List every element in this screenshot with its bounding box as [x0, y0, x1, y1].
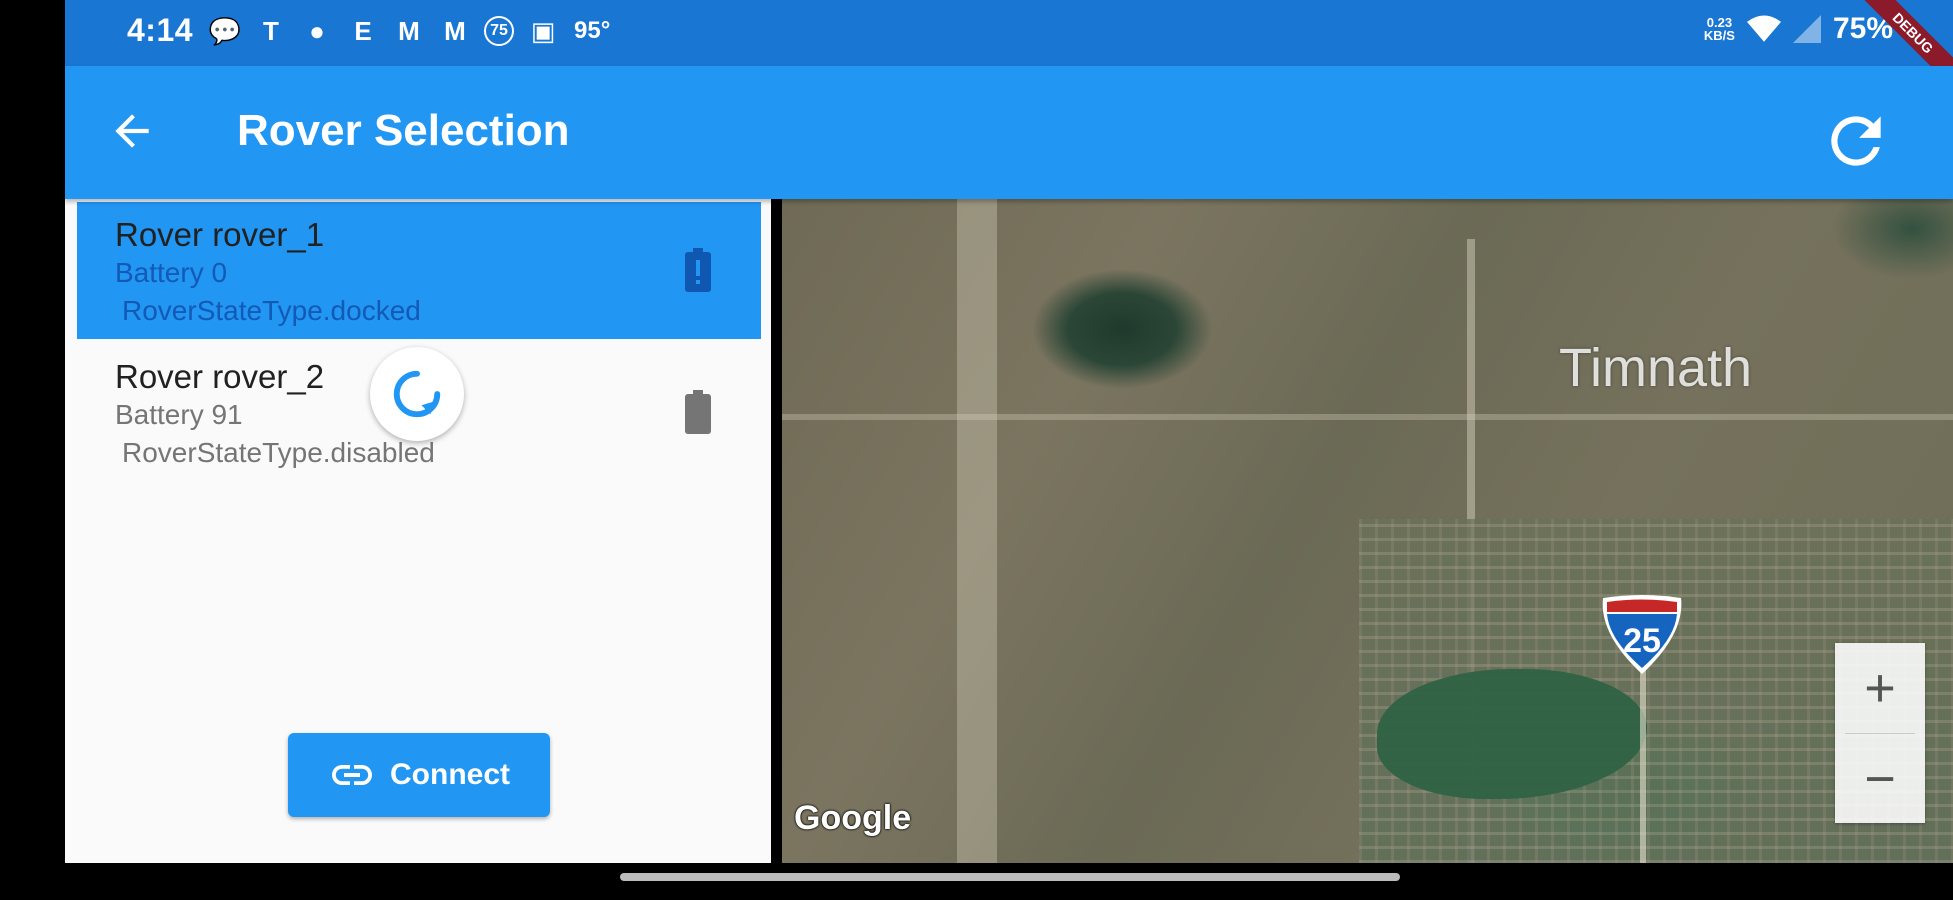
zoom-in-button[interactable]: + — [1835, 643, 1925, 733]
gmail-icon: M — [398, 15, 420, 46]
zoom-controls: + − — [1835, 643, 1925, 823]
google-logo: Google — [794, 799, 912, 837]
navigation-bar — [65, 863, 1953, 900]
loading-icon — [393, 370, 441, 418]
net-speed-unit: KB/S — [1703, 28, 1735, 43]
status-bar: 4:14 💬 T ● E M M 75 ▣ 95° 0.23 KB/S 75% … — [65, 0, 1953, 91]
refresh-icon — [1831, 116, 1881, 166]
zoom-out-button[interactable]: − — [1835, 734, 1925, 824]
rover-name: Rover rover_2 — [115, 358, 325, 395]
teams-icon: T — [263, 15, 279, 46]
rover-state: RoverStateType.docked — [122, 295, 421, 326]
map-view[interactable]: Timnath 25 Google + − — [782, 199, 1953, 863]
loading-spinner — [370, 347, 464, 441]
connect-button[interactable]: Connect — [288, 733, 550, 817]
content-area: Rover rover_1 Battery 0 RoverStateType.d… — [65, 199, 1953, 863]
interstate-shield-icon: 25 — [1602, 595, 1682, 674]
app-bar: Rover Selection — [65, 66, 1953, 199]
wifi-icon — [1746, 15, 1781, 42]
badge-75-icon: 75 — [484, 16, 514, 46]
map-road — [782, 414, 1953, 420]
page-title: Rover Selection — [237, 106, 570, 155]
gmail-icon: M — [444, 15, 466, 46]
engadget-icon: E — [354, 15, 372, 46]
battery-alert-icon — [685, 248, 711, 292]
map-road — [957, 199, 997, 863]
refresh-button[interactable] — [1819, 104, 1893, 178]
device-screen: 4:14 💬 T ● E M M 75 ▣ 95° 0.23 KB/S 75% … — [65, 0, 1953, 900]
link-icon — [332, 765, 372, 785]
gesture-handle[interactable] — [620, 873, 1400, 881]
temperature-label: 95° — [574, 17, 611, 44]
interstate-number: 25 — [1623, 622, 1661, 660]
rover-battery: Battery 91 — [115, 399, 243, 430]
arrow-back-icon — [115, 114, 149, 148]
rover-name: Rover rover_1 — [115, 216, 325, 253]
rover-battery: Battery 0 — [115, 257, 228, 288]
battery-full-icon — [685, 390, 711, 434]
connect-label: Connect — [390, 758, 510, 791]
rover-list-panel: Rover rover_1 Battery 0 RoverStateType.d… — [65, 199, 771, 863]
signal-icon — [1792, 15, 1821, 43]
image-icon: ▣ — [530, 15, 556, 46]
rover-list-item-rover-1[interactable]: Rover rover_1 Battery 0 RoverStateType.d… — [77, 202, 761, 339]
status-right: 0.23 KB/S 75% — [1704, 12, 1893, 46]
rover-state: RoverStateType.disabled — [122, 437, 435, 468]
notification-icons: 💬 T ● E M M 75 ▣ 95° — [208, 14, 610, 48]
map-place-label: Timnath — [1559, 338, 1753, 398]
back-button[interactable] — [107, 106, 157, 156]
status-time: 4:14 — [127, 12, 194, 48]
reddit-icon: ● — [309, 15, 325, 46]
net-speed: 0.23 KB/S — [1704, 16, 1735, 42]
message-icon: 💬 — [208, 15, 242, 46]
